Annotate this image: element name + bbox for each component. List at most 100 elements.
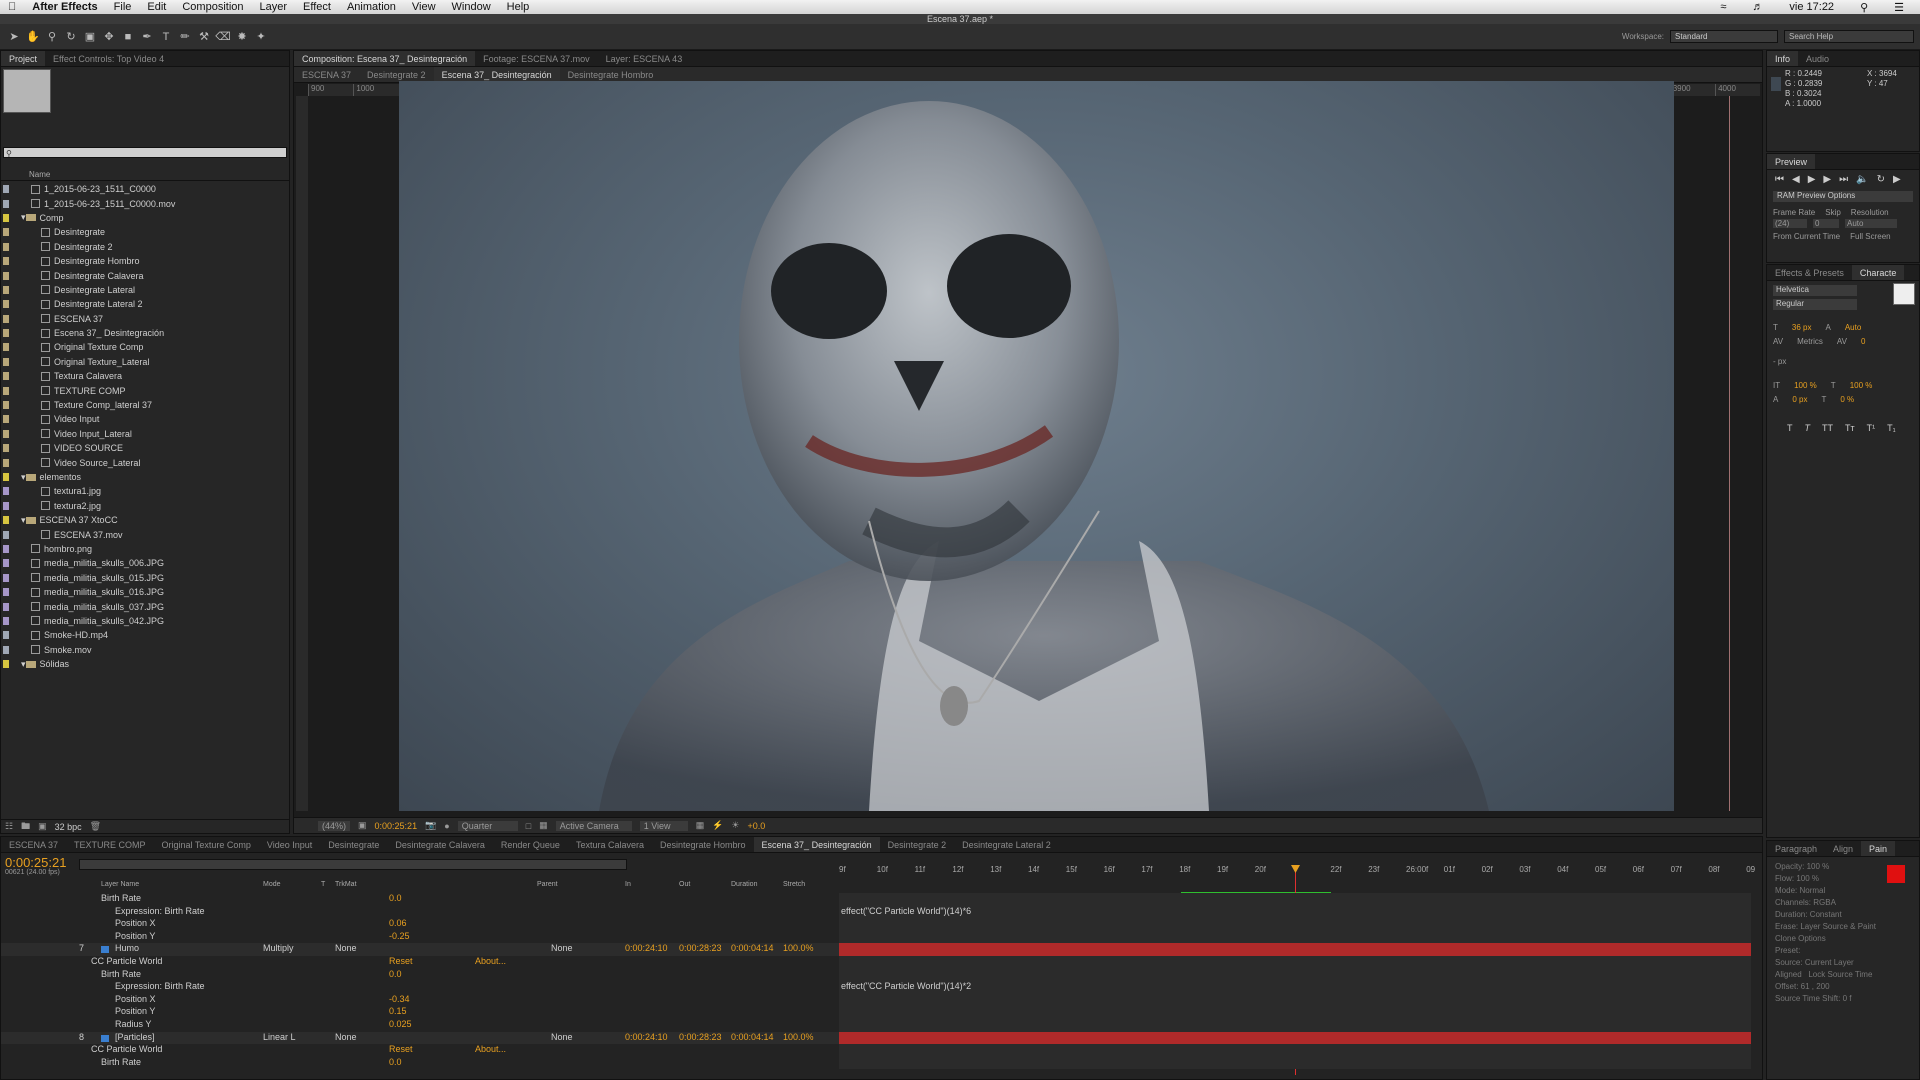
subtab-escena-37[interactable]: ESCENA 37: [294, 67, 359, 82]
track-area[interactable]: effect("CC Particle World")(14)*2: [839, 981, 1751, 994]
brush-tool-icon[interactable]: ✏: [177, 29, 193, 45]
search-help-input[interactable]: Search Help: [1784, 30, 1914, 43]
project-item[interactable]: Desintegrate Hombro: [1, 254, 281, 268]
track-area[interactable]: [839, 918, 1751, 931]
menu-layer[interactable]: Layer: [252, 1, 296, 13]
col-stretch[interactable]: Stretch: [783, 881, 805, 888]
project-item[interactable]: Smoke.mov: [1, 643, 281, 657]
layer-color-label[interactable]: [101, 1034, 109, 1042]
tab-align[interactable]: Align: [1825, 841, 1861, 856]
small-caps-icon[interactable]: Tт: [1845, 423, 1855, 433]
tab-preview[interactable]: Preview: [1767, 154, 1816, 169]
clock[interactable]: vie 17:22: [1781, 1, 1842, 13]
project-item[interactable]: Desintegrate Lateral 2: [1, 297, 281, 311]
leading-value[interactable]: Auto: [1845, 323, 1861, 332]
property-row[interactable]: Position X -0.34: [1, 993, 1751, 1007]
faux-italic-icon[interactable]: T: [1805, 423, 1811, 433]
col-parent[interactable]: Parent: [537, 881, 558, 888]
property-row[interactable]: Birth Rate 0.0: [1, 968, 1751, 982]
brush-color-swatch[interactable]: [1887, 865, 1905, 883]
project-item[interactable]: 1_2015-06-23_1511_C0000: [1, 182, 281, 196]
superscript-icon[interactable]: T¹: [1867, 423, 1876, 433]
show-channel-icon[interactable]: ●: [444, 821, 449, 831]
tab-effects-presets[interactable]: Effects & Presets: [1767, 265, 1852, 280]
project-item[interactable]: textura1.jpg: [1, 484, 281, 498]
expression-text[interactable]: effect("CC Particle World")(14)*2: [839, 981, 971, 991]
layer-color-label[interactable]: [101, 946, 109, 954]
project-item[interactable]: TEXTURE COMP: [1, 383, 281, 397]
col-layer-name[interactable]: Layer Name: [101, 881, 139, 888]
aligned-checkbox[interactable]: Aligned: [1775, 970, 1802, 979]
track-area[interactable]: [839, 1018, 1751, 1032]
property-value[interactable]: -0.25: [389, 931, 410, 941]
stroke-width-value[interactable]: - px: [1773, 357, 1786, 366]
timeline-tab[interactable]: Desintegrate 2: [880, 837, 955, 852]
track-area[interactable]: effect("CC Particle World")(14)*6: [839, 905, 1751, 919]
layer-mode[interactable]: Linear L: [263, 1032, 296, 1042]
toggle-pixel-aspect-icon[interactable]: ▦: [696, 820, 705, 831]
puppet-tool-icon[interactable]: ✦: [253, 29, 269, 45]
zoom-tool-icon[interactable]: ⚲: [44, 29, 60, 45]
next-frame-icon[interactable]: ▶: [1823, 174, 1831, 185]
project-item[interactable]: textura2.jpg: [1, 499, 281, 513]
about-link[interactable]: About...: [475, 1044, 506, 1054]
layer-row[interactable]: 8 Linear L None None 0:00:24:10 0:00:28:23 0:0…: [1, 1031, 1751, 1045]
property-value[interactable]: 0.15: [389, 1006, 407, 1016]
app-menu[interactable]: After Effects: [24, 1, 105, 13]
project-item[interactable]: Smoke-HD.mp4: [1, 628, 281, 642]
project-item[interactable]: Video Source_Lateral: [1, 455, 281, 469]
exposure-value[interactable]: +0.0: [748, 821, 766, 831]
composition-viewer[interactable]: [399, 81, 1674, 811]
col-duration[interactable]: Duration: [731, 881, 757, 888]
project-item[interactable]: ▾ ESCENA 37 XtoCC: [1, 513, 281, 527]
mode-select[interactable]: Normal: [1799, 886, 1825, 895]
tab-info[interactable]: Info: [1767, 51, 1799, 66]
clone-stamp-tool-icon[interactable]: ⚒: [196, 29, 212, 45]
tsume-value[interactable]: 0 %: [1840, 395, 1854, 404]
interpret-footage-icon[interactable]: ☷: [5, 821, 13, 832]
menu-view[interactable]: View: [404, 1, 444, 13]
project-item[interactable]: Original Texture_Lateral: [1, 355, 281, 369]
layer-parent[interactable]: None: [551, 943, 573, 953]
fast-previews-icon[interactable]: ⚡: [712, 820, 723, 831]
camera-tool-icon[interactable]: ▣: [82, 29, 98, 45]
eraser-tool-icon[interactable]: ⌫: [215, 29, 231, 45]
workspace-select[interactable]: Standard: [1670, 30, 1778, 43]
font-size-value[interactable]: 36 px: [1792, 323, 1812, 332]
layer-stretch[interactable]: 100.0%: [783, 1032, 814, 1042]
spotlight-icon[interactable]: ⚲: [1852, 1, 1876, 14]
project-item[interactable]: ESCENA 37.mov: [1, 527, 281, 541]
project-item[interactable]: 1_2015-06-23_1511_C0000.mov: [1, 196, 281, 210]
timeline-tab[interactable]: Textura Calavera: [568, 837, 652, 852]
frame-rate-select[interactable]: (24): [1773, 219, 1807, 228]
property-row[interactable]: Expression: Birth Rate effect("CC Particl…: [1, 981, 1751, 994]
col-t[interactable]: T: [321, 881, 325, 888]
mute-icon[interactable]: 🔈: [1856, 174, 1868, 185]
view-layout-select[interactable]: 1 View: [639, 820, 688, 831]
project-item[interactable]: Video Input: [1, 412, 281, 426]
pen-tool-icon[interactable]: ✒: [139, 29, 155, 45]
col-in[interactable]: In: [625, 881, 631, 888]
current-time-display[interactable]: 0:00:25:21: [375, 821, 418, 831]
project-item[interactable]: Original Texture Comp: [1, 340, 281, 354]
font-style-select[interactable]: Regular: [1773, 299, 1857, 310]
project-item[interactable]: media_militia_skulls_016.JPG: [1, 585, 281, 599]
project-item[interactable]: Desintegrate: [1, 225, 281, 239]
property-row[interactable]: Position Y -0.25: [1, 930, 1751, 944]
timeline-tab[interactable]: Desintegrate Calavera: [387, 837, 493, 852]
timeline-tab[interactable]: Original Texture Comp: [154, 837, 259, 852]
timeline-search-input[interactable]: [79, 859, 627, 870]
tab-paragraph[interactable]: Paragraph: [1767, 841, 1825, 856]
timeline-tab[interactable]: Render Queue: [493, 837, 568, 852]
col-trkmat[interactable]: TrkMat: [335, 881, 357, 888]
track-area[interactable]: [839, 968, 1751, 982]
project-item[interactable]: Textura Calavera: [1, 369, 281, 383]
offset-value[interactable]: Offset: 61 , 200: [1775, 981, 1911, 993]
reset-link[interactable]: Reset: [389, 956, 413, 966]
property-row[interactable]: Birth Rate 0.0: [1, 1056, 1751, 1070]
timeline-timecode[interactable]: 0:00:25:21: [5, 855, 66, 870]
timeline-tab[interactable]: ESCENA 37: [1, 837, 66, 852]
pan-behind-tool-icon[interactable]: ✥: [101, 29, 117, 45]
tab-layer[interactable]: Layer: ESCENA 43: [598, 51, 691, 66]
tab-footage[interactable]: Footage: ESCENA 37.mov: [475, 51, 598, 66]
